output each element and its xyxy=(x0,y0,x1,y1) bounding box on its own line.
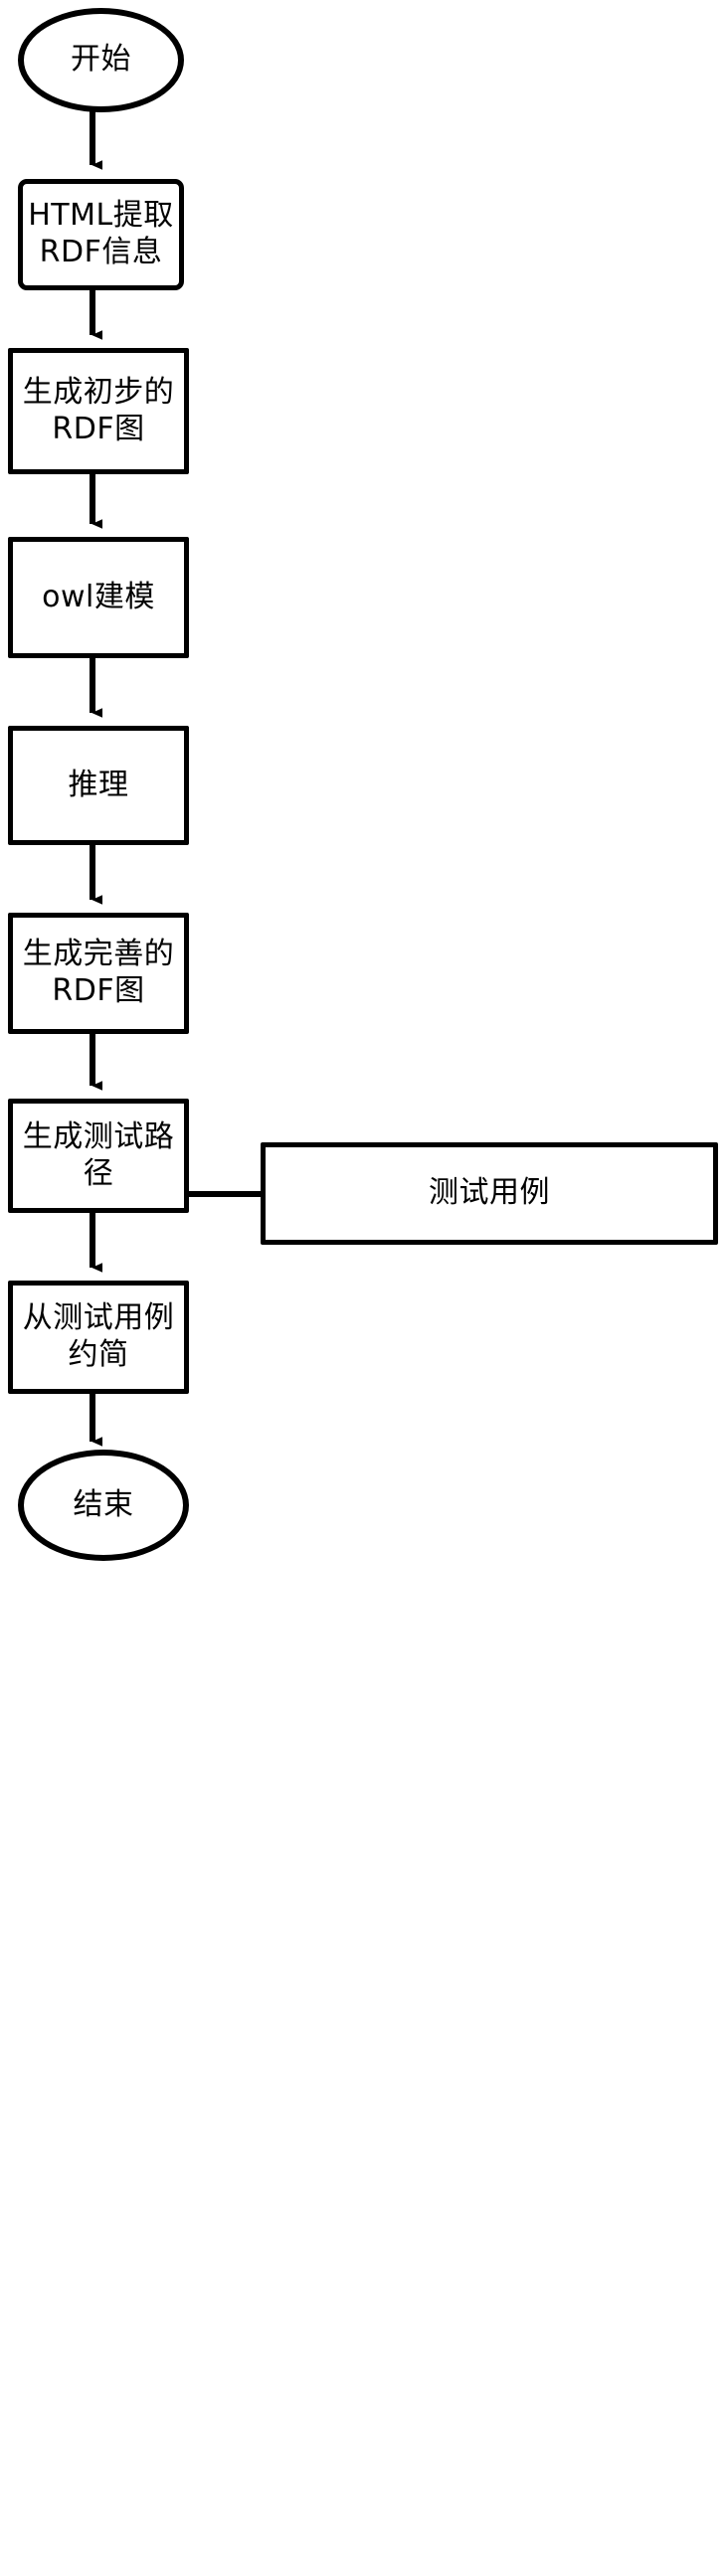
node-test-cases[interactable]: 测试用例 xyxy=(261,1142,718,1245)
node-test-path-label: 生成测试路 径 xyxy=(22,1118,175,1191)
node-final-rdf[interactable]: 生成完善的 RDF图 xyxy=(8,913,189,1034)
flowchart-canvas: 开始 HTML提取 RDF信息 生成初步的 RDF图 owl建模 推理 生成完善… xyxy=(0,0,728,2576)
node-owl-model-label: owl建模 xyxy=(42,579,155,614)
node-end[interactable]: 结束 xyxy=(18,1450,189,1561)
node-start-label: 开始 xyxy=(71,42,131,78)
node-prelim-rdf-label: 生成初步的 RDF图 xyxy=(22,374,175,446)
node-reasoning-label: 推理 xyxy=(68,767,129,802)
node-extract[interactable]: HTML提取 RDF信息 xyxy=(18,179,184,290)
node-test-cases-label: 测试用例 xyxy=(429,1175,550,1211)
node-end-label: 结束 xyxy=(73,1486,134,1522)
node-reasoning[interactable]: 推理 xyxy=(8,726,189,845)
node-final-rdf-label: 生成完善的 RDF图 xyxy=(22,937,175,1008)
node-reduce-cases-label: 从测试用例 约简 xyxy=(22,1300,175,1372)
node-owl-model[interactable]: owl建模 xyxy=(8,537,189,658)
node-reduce-cases[interactable]: 从测试用例 约简 xyxy=(8,1281,189,1394)
node-extract-label: HTML提取 RDF信息 xyxy=(28,198,174,269)
node-test-path[interactable]: 生成测试路 径 xyxy=(8,1099,189,1213)
node-start[interactable]: 开始 xyxy=(18,8,184,112)
node-prelim-rdf[interactable]: 生成初步的 RDF图 xyxy=(8,348,189,474)
